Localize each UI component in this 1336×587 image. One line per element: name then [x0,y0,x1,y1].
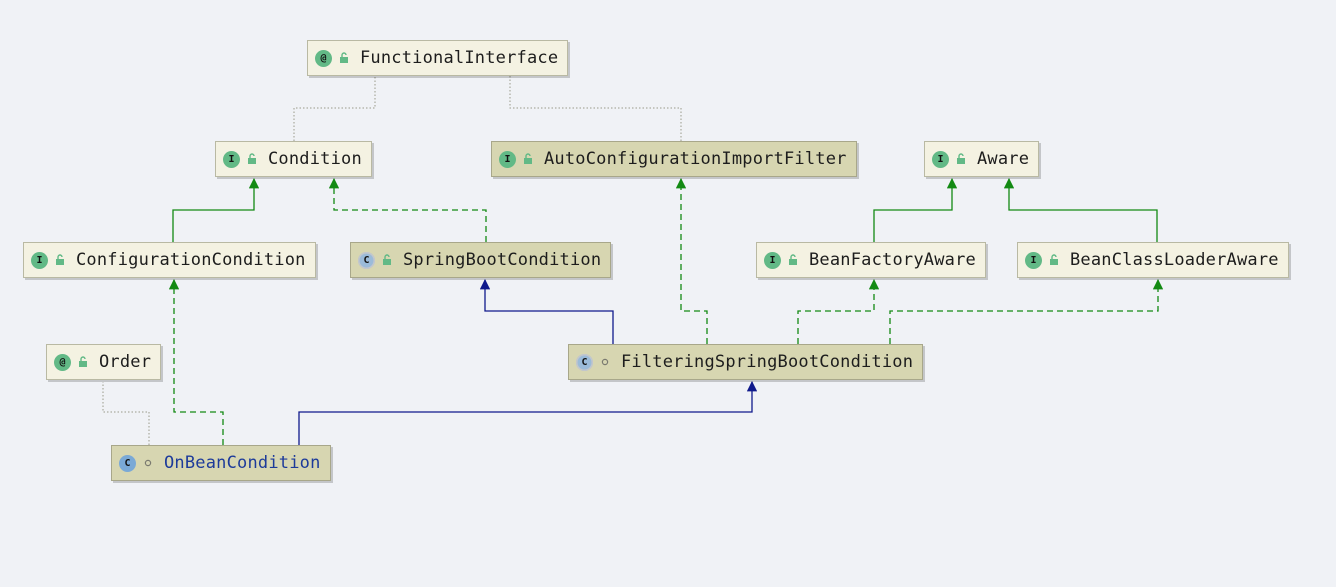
node-label: FilteringSpringBootCondition [621,352,914,372]
public-unlocked-icon [957,153,965,164]
kind-letter: @ [59,356,66,368]
interface-icon: I [764,251,781,269]
node-label: Aware [977,149,1030,169]
node-condition[interactable]: I Condition [215,141,372,177]
node-label: ConfigurationCondition [76,250,306,270]
node-label: BeanFactoryAware [809,250,976,270]
public-unlocked-icon [383,254,391,265]
annotation-type-icon: @ [315,49,332,67]
public-unlocked-icon [79,356,87,367]
kind-letter: C [581,356,588,368]
edge-extends-interface-bean-class-loader-aware-to-aware [1003,177,1158,242]
interface-icon: I [223,150,240,168]
public-unlocked-icon [340,52,348,63]
node-label: OnBeanCondition [164,453,321,473]
annotation-type-icon: @ [54,353,71,371]
abstract-class-icon: C [576,353,593,371]
node-auto-configuration-import-filter[interactable]: I AutoConfigurationImportFilter [491,141,857,177]
node-label: FunctionalInterface [360,48,559,68]
public-unlocked-icon [789,254,797,265]
abstract-class-icon: C [358,251,375,269]
kind-letter: I [937,153,944,165]
interface-icon: I [932,150,949,168]
kind-letter: I [1030,254,1037,266]
node-functional-interface[interactable]: @ FunctionalInterface [307,40,569,76]
uml-diagram-canvas[interactable]: @ FunctionalInterface I Condition I Auto… [0,0,1336,587]
edge-extends-interface-bean-factory-aware-to-aware [873,177,958,242]
edge-annotated-on-bean-condition-to-order [102,382,150,445]
node-bean-class-loader-aware[interactable]: I BeanClassLoaderAware [1017,242,1289,278]
node-configuration-condition[interactable]: I ConfigurationCondition [23,242,316,278]
edge-extends-class-filtering-spring-boot-condition-to-spring-boot-condition [479,278,614,344]
node-label: SpringBootCondition [403,250,602,270]
kind-letter: I [36,254,43,266]
node-label: BeanClassLoaderAware [1070,250,1279,270]
edge-extends-interface-configuration-condition-to-condition [172,177,260,242]
edge-implements-filtering-spring-boot-condition-to-bean-factory-aware [797,278,880,344]
edge-extends-class-on-bean-condition-to-filtering-spring-boot-condition [298,380,758,445]
public-unlocked-icon [56,254,64,265]
kind-letter: I [769,254,776,266]
package-private-dot-icon [601,358,609,366]
node-spring-boot-condition[interactable]: C SpringBootCondition [350,242,612,278]
package-private-dot-icon [144,459,152,467]
kind-letter: C [124,457,131,469]
public-unlocked-icon [524,153,532,164]
public-unlocked-icon [1050,254,1058,265]
node-aware[interactable]: I Aware [924,141,1040,177]
kind-letter: I [228,153,235,165]
edge-annotated-auto-configuration-import-filter-to-functional-interface [509,76,682,141]
node-label: Order [99,352,152,372]
edge-implements-filtering-spring-boot-condition-to-bean-class-loader-aware [889,278,1164,344]
interface-icon: I [499,150,516,168]
edges-layer [102,76,1164,445]
kind-letter: C [363,254,370,266]
node-label: Condition [268,149,362,169]
class-icon: C [119,454,136,472]
edge-implements-spring-boot-condition-to-condition [328,177,487,242]
edge-annotated-condition-to-functional-interface [293,76,376,141]
node-label: AutoConfigurationImportFilter [544,149,847,169]
node-order[interactable]: @ Order [46,344,162,380]
edge-implements-on-bean-condition-to-configuration-condition [168,278,224,445]
kind-letter: I [504,153,511,165]
interface-icon: I [31,251,48,269]
interface-icon: I [1025,251,1042,269]
public-unlocked-icon [248,153,256,164]
node-filtering-spring-boot-condition[interactable]: C FilteringSpringBootCondition [568,344,924,380]
kind-letter: @ [320,52,327,64]
node-on-bean-condition[interactable]: C OnBeanCondition [111,445,331,481]
edge-implements-filtering-spring-boot-condition-to-auto-configuration-import-filter [675,177,708,344]
node-bean-factory-aware[interactable]: I BeanFactoryAware [756,242,986,278]
